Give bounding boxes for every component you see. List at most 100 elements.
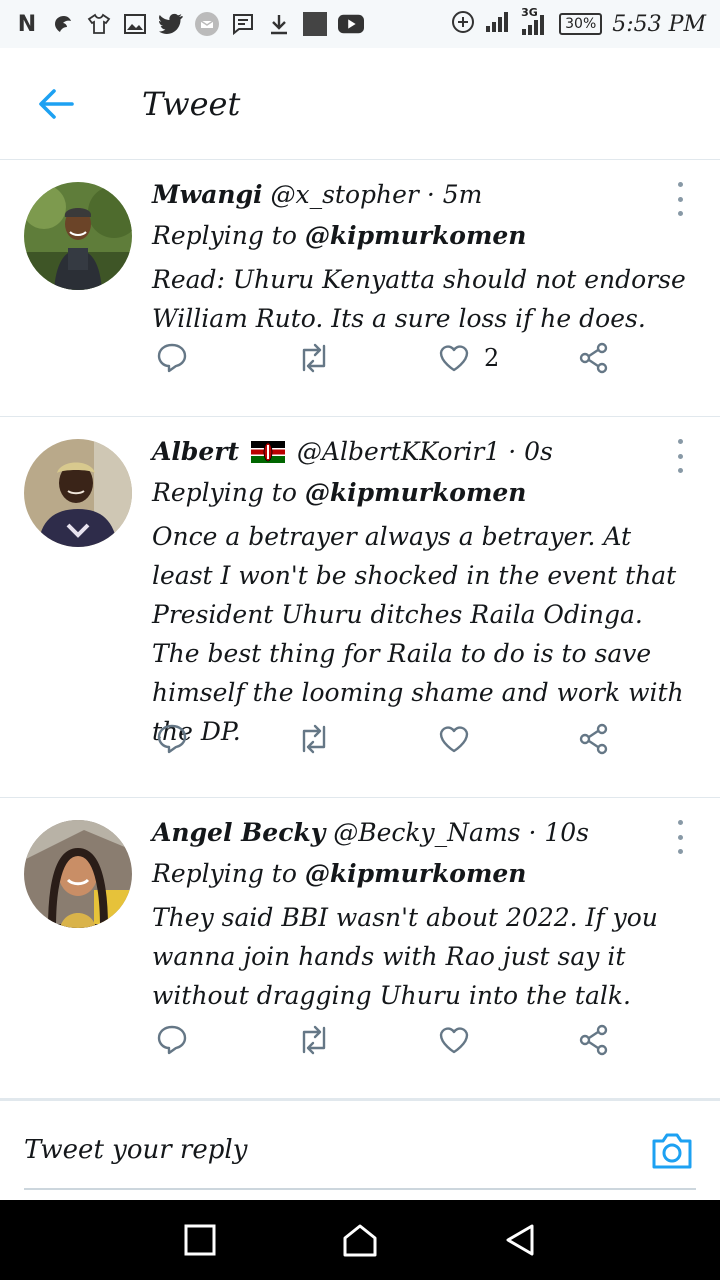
home-icon — [343, 1224, 377, 1257]
app-header: Tweet — [0, 48, 720, 160]
replying-to-mention[interactable]: @kipmurkomen — [305, 859, 527, 888]
share-button[interactable] — [578, 723, 610, 755]
more-dot — [677, 211, 683, 216]
more-dot — [677, 182, 683, 187]
tweet-time: · 5m — [426, 180, 483, 209]
author-name[interactable]: Mwangi — [152, 180, 263, 209]
camera-button[interactable] — [650, 1131, 694, 1171]
back-arrow-icon — [39, 88, 74, 119]
signal-3g-icon: 3G — [519, 6, 549, 36]
gallery-icon — [122, 12, 148, 36]
more-dot — [677, 468, 683, 473]
game-icon — [50, 12, 76, 36]
notification-icons: N — [14, 11, 364, 37]
tweet-item[interactable]: Mwangi @x_stopher · 5m Replying to @kipm… — [0, 160, 720, 417]
reply-icon — [157, 724, 187, 754]
status-time: 5:53 PM — [612, 11, 706, 37]
replying-to-mention[interactable]: @kipmurkomen — [305, 221, 527, 250]
avatar[interactable] — [24, 182, 132, 290]
tweet-header: Mwangi @x_stopher · 5m — [152, 176, 694, 214]
battery-indicator: 30% — [559, 13, 603, 35]
heart-icon — [439, 726, 469, 753]
shirt-icon — [86, 12, 112, 36]
camera-icon — [652, 1133, 692, 1169]
replying-to-label: Replying to — [152, 859, 297, 888]
author-name[interactable]: Albert — [152, 437, 239, 466]
back-nav-button[interactable] — [496, 1216, 544, 1264]
recents-icon — [184, 1224, 216, 1256]
like-button[interactable] — [438, 724, 470, 754]
replying-to-line: Replying to @kipmurkomen — [152, 852, 694, 896]
retweet-icon — [302, 724, 326, 754]
tweet-text: Once a betrayer always a betrayer. At le… — [152, 522, 684, 746]
reply-input[interactable]: Tweet your reply — [24, 1135, 247, 1165]
share-icon — [579, 1024, 608, 1056]
home-button[interactable] — [336, 1216, 384, 1264]
tweet-item[interactable]: Albert @AlbertKKorir1 · 0s Replying to @… — [0, 417, 720, 798]
author-handle[interactable]: @AlbertKKorir1 — [297, 437, 500, 466]
signal-icon — [485, 11, 509, 37]
retweet-icon — [302, 1025, 326, 1055]
messenger-icon — [194, 12, 220, 36]
author-name[interactable]: Angel Becky — [152, 818, 325, 847]
system-status: 3G 30% 5:53 PM — [451, 6, 706, 38]
tweet-text: They said BBI wasn't about 2022. If you … — [152, 903, 658, 1010]
more-dot — [677, 196, 683, 202]
tweet-header: Angel Becky @Becky_Nams · 10s — [152, 814, 694, 852]
youtube-icon — [338, 12, 364, 36]
more-options-button[interactable] — [672, 820, 688, 854]
share-button[interactable] — [578, 342, 610, 374]
replying-to-line: Replying to @kipmurkomen — [152, 471, 694, 515]
share-button[interactable] — [578, 1024, 610, 1056]
share-icon — [579, 342, 608, 374]
more-dot — [677, 849, 683, 854]
retweet-button[interactable] — [296, 342, 332, 374]
heart-icon — [439, 345, 469, 372]
avatar[interactable] — [24, 820, 132, 928]
tweet-time: · 0s — [508, 437, 553, 466]
like-button[interactable] — [438, 1025, 470, 1055]
like-count: 2 — [484, 344, 500, 372]
page-title: Tweet — [142, 84, 241, 123]
more-dot — [677, 453, 683, 459]
kenya-flag-icon — [250, 441, 285, 463]
retweet-icon — [302, 343, 326, 373]
reply-icon — [157, 343, 187, 373]
tweet-content: Mwangi @x_stopher · 5m Replying to @kipm… — [152, 176, 694, 338]
tweet-item[interactable]: Angel Becky @Becky_Nams · 10s Replying t… — [0, 798, 720, 1098]
status-bar: N 3G 30% 5:53 PM — [0, 0, 720, 48]
author-handle[interactable]: @Becky_Nams — [333, 818, 520, 847]
more-dot — [677, 820, 683, 825]
square-icon — [302, 12, 328, 36]
more-options-button[interactable] — [672, 439, 688, 473]
system-nav-bar — [0, 1200, 720, 1280]
back-button[interactable] — [26, 74, 86, 134]
retweet-button[interactable] — [296, 723, 332, 755]
twitter-icon — [158, 12, 184, 36]
reply-button[interactable] — [156, 342, 188, 374]
tweet-content: Angel Becky @Becky_Nams · 10s Replying t… — [152, 814, 694, 1015]
reply-icon — [157, 1025, 187, 1055]
back-triangle-icon — [506, 1224, 534, 1256]
replying-to-label: Replying to — [152, 221, 297, 250]
retweet-button[interactable] — [296, 1024, 332, 1056]
more-dot — [677, 439, 683, 444]
more-options-button[interactable] — [672, 182, 688, 216]
replying-to-line: Replying to @kipmurkomen — [152, 214, 694, 258]
replying-to-mention[interactable]: @kipmurkomen — [305, 478, 527, 507]
tweet-text: Read: Uhuru Kenyatta should not endorse … — [152, 265, 686, 333]
like-button[interactable]: 2 — [438, 343, 499, 373]
tweet-content: Albert @AlbertKKorir1 · 0s Replying to @… — [152, 433, 694, 751]
more-dot — [677, 834, 683, 840]
download-icon — [266, 12, 292, 36]
heart-icon — [439, 1027, 469, 1054]
sms-icon — [230, 12, 256, 36]
reply-button[interactable] — [156, 723, 188, 755]
netflix-icon: N — [17, 11, 37, 37]
recents-button[interactable] — [176, 1216, 224, 1264]
reply-input-underline — [24, 1188, 696, 1190]
reply-button[interactable] — [156, 1024, 188, 1056]
author-handle[interactable]: @x_stopher — [271, 180, 419, 209]
avatar[interactable] — [24, 439, 132, 547]
share-icon — [579, 723, 608, 755]
